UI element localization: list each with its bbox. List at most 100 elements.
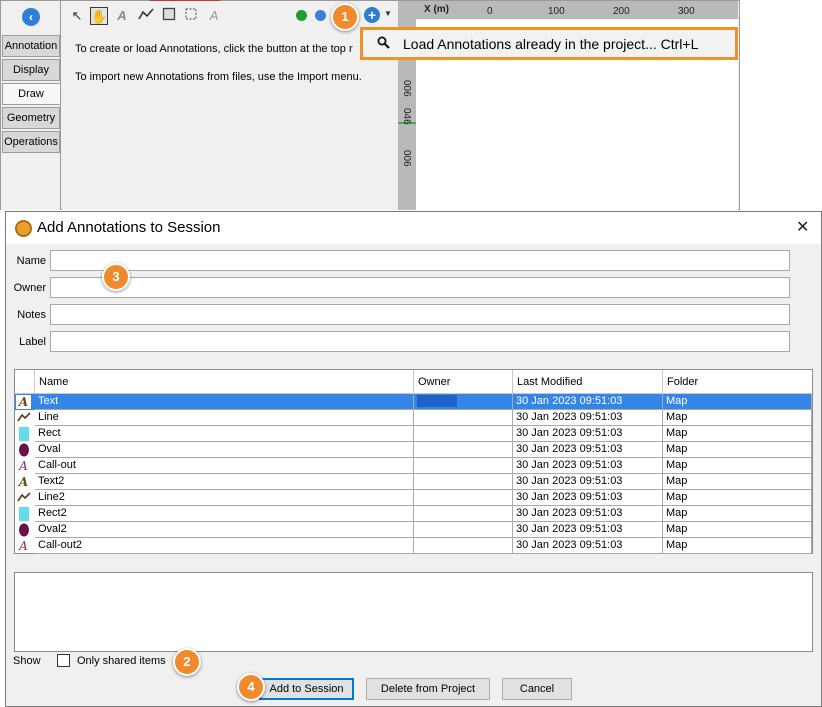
label-field[interactable]: [50, 331, 790, 352]
cell-modified: 30 Jan 2023 09:51:03: [513, 442, 663, 458]
table-header-owner[interactable]: Owner: [414, 370, 513, 394]
table-row[interactable]: Oval2 30 Jan 2023 09:51:03 Map: [15, 522, 812, 538]
search-icon: [377, 36, 390, 52]
cell-modified: 30 Jan 2023 09:51:03: [513, 490, 663, 506]
cell-name: Text2: [35, 474, 414, 490]
cell-name: Line2: [35, 490, 414, 506]
table-row[interactable]: Line2 30 Jan 2023 09:51:03 Map: [15, 490, 812, 506]
cell-modified: 30 Jan 2023 09:51:03: [513, 458, 663, 474]
info-text-import: To import new Annotations from files, us…: [75, 71, 362, 83]
cell-owner: [414, 458, 513, 474]
tab-operations[interactable]: Operations: [2, 131, 60, 153]
step-badge-3: 3: [102, 263, 130, 291]
cell-folder: Map: [663, 394, 812, 410]
label-field-label: Label: [19, 336, 46, 348]
cell-modified: 30 Jan 2023 09:51:03: [513, 426, 663, 442]
text-tool-icon[interactable]: A: [113, 7, 131, 25]
oval-icon: [16, 443, 31, 457]
text-icon: A: [18, 475, 29, 489]
cell-folder: Map: [663, 474, 812, 490]
cell-owner: [414, 394, 513, 410]
rect-icon: [16, 507, 31, 521]
table-header-folder[interactable]: Folder: [663, 370, 812, 394]
cell-name: Text: [35, 394, 414, 410]
text-icon: A: [16, 395, 31, 409]
notes-field-label: Notes: [17, 309, 46, 321]
dialog-title: Add Annotations to Session: [37, 219, 221, 236]
table-header-last-modified[interactable]: Last Modified: [513, 370, 663, 394]
pan-hand-icon[interactable]: ✋: [90, 7, 108, 25]
cell-folder: Map: [663, 458, 812, 474]
owner-highlight: [417, 395, 457, 408]
cell-modified: 30 Jan 2023 09:51:03: [513, 394, 663, 410]
delete-from-project-button[interactable]: Delete from Project: [366, 678, 490, 700]
cell-modified: 30 Jan 2023 09:51:03: [513, 506, 663, 522]
cell-modified: 30 Jan 2023 09:51:03: [513, 474, 663, 490]
tab-annotation[interactable]: Annotation: [2, 35, 60, 57]
table-row[interactable]: A Call-out 30 Jan 2023 09:51:03 Map: [15, 458, 812, 474]
only-shared-label[interactable]: Only shared items: [77, 655, 166, 667]
table-row[interactable]: Rect 30 Jan 2023 09:51:03 Map: [15, 426, 812, 442]
select-box-icon[interactable]: [182, 7, 200, 25]
owner-field-label: Owner: [13, 282, 46, 294]
load-annotations-menu-item[interactable]: Load Annotations already in the project.…: [360, 27, 738, 60]
callout-icon: A: [19, 539, 28, 553]
x-tick-100: 100: [548, 6, 565, 17]
table-row[interactable]: A Text 30 Jan 2023 09:51:03 Map: [15, 394, 812, 410]
table-row[interactable]: Line 30 Jan 2023 09:51:03 Map: [15, 410, 812, 426]
tab-draw[interactable]: Draw: [2, 83, 60, 105]
x-axis-label: X (m): [424, 4, 449, 15]
pointer-icon[interactable]: ↖: [68, 7, 86, 25]
line-tool-icon[interactable]: [137, 7, 155, 25]
callout-tool-icon[interactable]: A: [205, 7, 223, 25]
table-row[interactable]: A Text2 30 Jan 2023 09:51:03 Map: [15, 474, 812, 490]
info-text-create: To create or load Annotations, click the…: [75, 43, 353, 55]
back-arrow-icon[interactable]: ‹: [22, 8, 40, 26]
cell-name: Call-out: [35, 458, 414, 474]
cell-owner: [414, 522, 513, 538]
cell-folder: Map: [663, 426, 812, 442]
cell-folder: Map: [663, 442, 812, 458]
step-badge-2: 2: [173, 648, 201, 676]
name-field-label: Name: [16, 255, 46, 267]
cell-owner: [414, 506, 513, 522]
only-shared-checkbox[interactable]: [57, 654, 70, 667]
x-tick-300: 300: [678, 6, 695, 17]
rect-icon: [16, 427, 31, 441]
notes-field[interactable]: [50, 304, 790, 325]
cell-name: Rect2: [35, 506, 414, 522]
name-field[interactable]: [50, 250, 790, 271]
cell-name: Line: [35, 410, 414, 426]
add-to-session-button[interactable]: Add to Session: [259, 678, 354, 700]
cell-owner: [414, 490, 513, 506]
table-row[interactable]: Oval 30 Jan 2023 09:51:03 Map: [15, 442, 812, 458]
owner-field[interactable]: [50, 277, 790, 298]
x-tick-200: 200: [613, 6, 630, 17]
callout-icon: A: [19, 459, 28, 473]
table-row[interactable]: Rect2 30 Jan 2023 09:51:03 Map: [15, 506, 812, 522]
dialog-titlebar: Add Annotations to Session ✕: [6, 212, 821, 244]
cell-name: Oval: [35, 442, 414, 458]
y-tick-3: 006: [401, 150, 412, 167]
tab-geometry[interactable]: Geometry: [2, 107, 60, 129]
y-tick-2: 046: [401, 108, 412, 125]
cell-folder: Map: [663, 538, 812, 554]
table-header-name[interactable]: Name: [35, 370, 414, 394]
cell-modified: 30 Jan 2023 09:51:03: [513, 410, 663, 426]
add-annotation-icon[interactable]: +: [364, 7, 380, 23]
line-icon: [16, 491, 31, 505]
table-row[interactable]: A Call-out2 30 Jan 2023 09:51:03 Map: [15, 538, 812, 554]
help-icon[interactable]: [315, 10, 326, 21]
cell-owner: [414, 538, 513, 554]
close-icon[interactable]: ✕: [796, 217, 809, 237]
annotations-table: Name Owner Last Modified Folder A Text 30 …: [14, 369, 813, 554]
oval-icon: [16, 523, 31, 537]
chevron-down-icon[interactable]: ▼: [384, 9, 392, 18]
tab-display[interactable]: Display: [2, 59, 60, 81]
cell-owner: [414, 410, 513, 426]
rect-tool-icon[interactable]: [160, 7, 178, 25]
cell-name: Oval2: [35, 522, 414, 538]
cancel-button[interactable]: Cancel: [502, 678, 572, 700]
cell-modified: 30 Jan 2023 09:51:03: [513, 538, 663, 554]
step-badge-4: 4: [237, 673, 265, 701]
